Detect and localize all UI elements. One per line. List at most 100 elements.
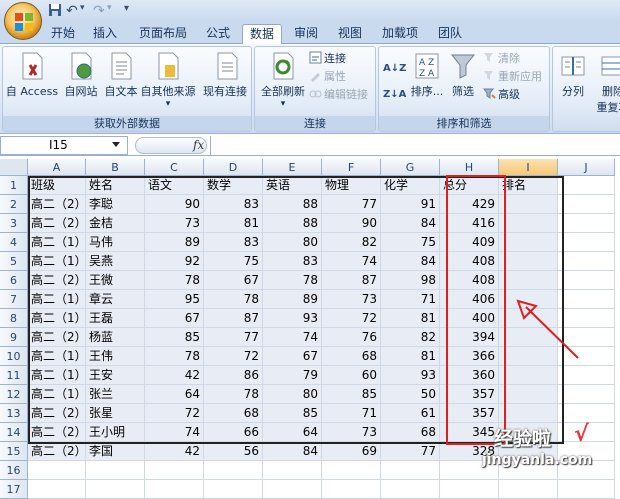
cell-c16[interactable] xyxy=(145,461,204,480)
cell-f3[interactable]: 90 xyxy=(322,214,381,233)
cell-h11[interactable]: 360 xyxy=(440,366,499,385)
cell-b13[interactable]: 张星 xyxy=(86,404,145,423)
row-header-3[interactable]: 3 xyxy=(0,214,28,233)
row-header-12[interactable]: 12 xyxy=(0,385,28,404)
reapply-button[interactable]: 重新应用 xyxy=(483,69,542,85)
cell-g6[interactable]: 98 xyxy=(381,271,440,290)
cell-j4[interactable] xyxy=(558,233,615,252)
row-header-9[interactable]: 9 xyxy=(0,328,28,347)
cell-a14[interactable]: 高二（2） xyxy=(28,423,86,442)
sort-button[interactable]: AZZA 排序... xyxy=(407,51,447,99)
cell-e11[interactable]: 79 xyxy=(263,366,322,385)
cell-f5[interactable]: 74 xyxy=(322,252,381,271)
cell-h4[interactable]: 409 xyxy=(440,233,499,252)
cell-d8[interactable]: 87 xyxy=(204,309,263,328)
cell-d7[interactable]: 78 xyxy=(204,290,263,309)
column-header-b[interactable]: B xyxy=(86,159,145,176)
cell-i6[interactable] xyxy=(499,271,558,290)
cell-d4[interactable]: 83 xyxy=(204,233,263,252)
cell-i9[interactable] xyxy=(499,328,558,347)
cell-e12[interactable]: 80 xyxy=(263,385,322,404)
cell-j10[interactable] xyxy=(558,347,615,366)
cell-i1[interactable]: 排名 xyxy=(499,176,558,195)
cell-g16[interactable] xyxy=(381,461,440,480)
cell-b3[interactable]: 金桔 xyxy=(86,214,145,233)
cell-a6[interactable]: 高二（2） xyxy=(28,271,86,290)
cell-j14[interactable] xyxy=(558,423,615,442)
cell-e8[interactable]: 93 xyxy=(263,309,322,328)
redo-dropdown-icon[interactable]: ▾ xyxy=(107,3,112,19)
cell-g1[interactable]: 化学 xyxy=(381,176,440,195)
row-header-5[interactable]: 5 xyxy=(0,252,28,271)
cell-b7[interactable]: 章云 xyxy=(86,290,145,309)
cell-d6[interactable]: 67 xyxy=(204,271,263,290)
cell-b2[interactable]: 李聪 xyxy=(86,195,145,214)
cell-b8[interactable]: 王磊 xyxy=(86,309,145,328)
row-header-2[interactable]: 2 xyxy=(0,195,28,214)
cell-b5[interactable]: 吴燕 xyxy=(86,252,145,271)
sort-descending-button[interactable]: Z↓A xyxy=(383,87,406,103)
column-header-i[interactable]: I xyxy=(499,159,558,176)
cell-f1[interactable]: 物理 xyxy=(322,176,381,195)
cell-a10[interactable]: 高二（1） xyxy=(28,347,86,366)
cell-a17[interactable] xyxy=(28,480,86,499)
cell-g17[interactable] xyxy=(381,480,440,499)
save-icon[interactable] xyxy=(48,3,62,19)
cell-j11[interactable] xyxy=(558,366,615,385)
cell-g14[interactable]: 68 xyxy=(381,423,440,442)
select-all-corner[interactable] xyxy=(0,159,28,176)
column-header-a[interactable]: A xyxy=(28,159,86,176)
cell-i14[interactable] xyxy=(499,423,558,442)
row-header-16[interactable]: 16 xyxy=(0,461,28,480)
cell-h17[interactable] xyxy=(440,480,499,499)
cell-a13[interactable]: 高二（2） xyxy=(28,404,86,423)
cell-e7[interactable]: 89 xyxy=(263,290,322,309)
cell-i15[interactable] xyxy=(499,442,558,461)
cell-b16[interactable] xyxy=(86,461,145,480)
cell-d5[interactable]: 75 xyxy=(204,252,263,271)
cell-f10[interactable]: 68 xyxy=(322,347,381,366)
from-access-button[interactable]: 自 Access xyxy=(5,51,59,99)
cell-j5[interactable] xyxy=(558,252,615,271)
cell-g2[interactable]: 91 xyxy=(381,195,440,214)
cell-i4[interactable] xyxy=(499,233,558,252)
column-header-h[interactable]: H xyxy=(440,159,499,176)
cell-h3[interactable]: 416 xyxy=(440,214,499,233)
cell-i3[interactable] xyxy=(499,214,558,233)
row-header-13[interactable]: 13 xyxy=(0,404,28,423)
cell-f12[interactable]: 85 xyxy=(322,385,381,404)
cell-b9[interactable]: 杨蓝 xyxy=(86,328,145,347)
cell-c10[interactable]: 78 xyxy=(145,347,204,366)
remove-duplicates-button[interactable]: 删除 重复项 xyxy=(593,51,620,115)
cell-d13[interactable]: 68 xyxy=(204,404,263,423)
cell-h6[interactable]: 408 xyxy=(440,271,499,290)
cell-c12[interactable]: 64 xyxy=(145,385,204,404)
cell-b6[interactable]: 王微 xyxy=(86,271,145,290)
column-header-g[interactable]: G xyxy=(381,159,440,176)
cell-e6[interactable]: 78 xyxy=(263,271,322,290)
cell-h1[interactable]: 总分 xyxy=(440,176,499,195)
cell-g11[interactable]: 93 xyxy=(381,366,440,385)
cell-h7[interactable]: 406 xyxy=(440,290,499,309)
text-to-columns-button[interactable]: 分列 xyxy=(555,51,591,99)
cell-c2[interactable]: 90 xyxy=(145,195,204,214)
cell-c17[interactable] xyxy=(145,480,204,499)
column-header-e[interactable]: E xyxy=(263,159,322,176)
properties-button[interactable]: 属性 xyxy=(309,69,346,85)
column-header-j[interactable]: J xyxy=(558,159,615,176)
cell-b14[interactable]: 王小明 xyxy=(86,423,145,442)
cell-g8[interactable]: 81 xyxy=(381,309,440,328)
cell-d3[interactable]: 81 xyxy=(204,214,263,233)
formula-input[interactable] xyxy=(210,136,620,155)
tab-formulas[interactable]: 公式 xyxy=(200,24,236,44)
refresh-all-button[interactable]: 全部刷新 ▾ xyxy=(257,51,309,109)
tab-addins[interactable]: 加载项 xyxy=(376,24,424,44)
tab-view[interactable]: 视图 xyxy=(332,24,368,44)
insert-function-icon[interactable]: fx xyxy=(193,138,204,152)
cell-c13[interactable]: 72 xyxy=(145,404,204,423)
cell-c5[interactable]: 92 xyxy=(145,252,204,271)
cell-i5[interactable] xyxy=(499,252,558,271)
tab-data[interactable]: 数据 xyxy=(242,24,282,45)
cell-h14[interactable]: 345 xyxy=(440,423,499,442)
advanced-filter-button[interactable]: 高级 xyxy=(483,87,520,103)
